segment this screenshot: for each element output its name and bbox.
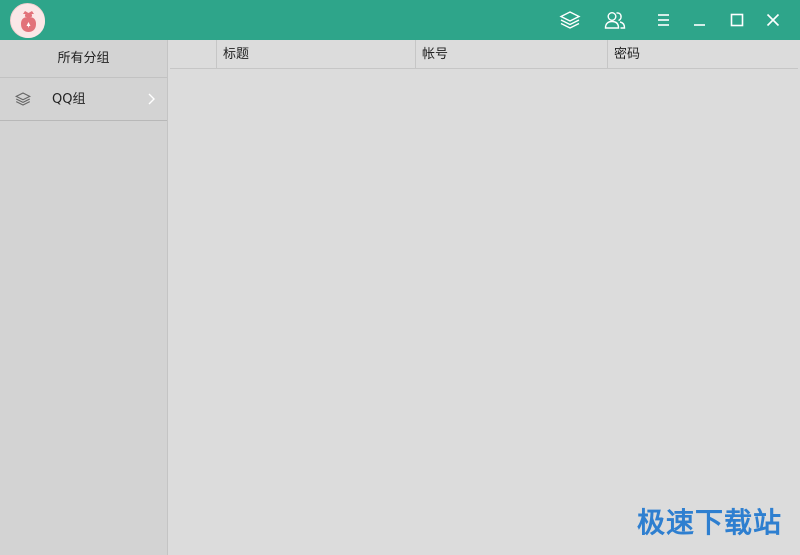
sidebar-item-qq-group[interactable]: QQ组 <box>0 78 167 121</box>
sidebar-item-label: QQ组 <box>52 92 86 107</box>
chevron-right-icon <box>146 92 156 106</box>
maximize-icon[interactable] <box>725 8 749 32</box>
users-icon[interactable] <box>603 8 627 32</box>
watermark: 极速下载站 <box>636 506 782 539</box>
table-header: 标题 帐号 密码 <box>170 40 798 69</box>
column-header-title[interactable]: 标题 <box>217 40 416 69</box>
layers-icon[interactable] <box>558 8 582 32</box>
menu-icon[interactable] <box>652 8 676 32</box>
app-logo <box>10 3 45 38</box>
close-icon[interactable] <box>761 8 785 32</box>
sidebar: 所有分组 QQ组 <box>0 40 168 555</box>
column-header-password[interactable]: 密码 <box>608 40 798 69</box>
title-bar <box>0 0 800 40</box>
sidebar-header-all-groups[interactable]: 所有分组 <box>0 40 167 78</box>
minimize-icon[interactable] <box>688 8 712 32</box>
column-header-index[interactable] <box>170 40 217 69</box>
main-content: 标题 帐号 密码 <box>170 40 800 555</box>
column-header-account[interactable]: 帐号 <box>416 40 608 69</box>
layers-icon <box>14 90 32 108</box>
